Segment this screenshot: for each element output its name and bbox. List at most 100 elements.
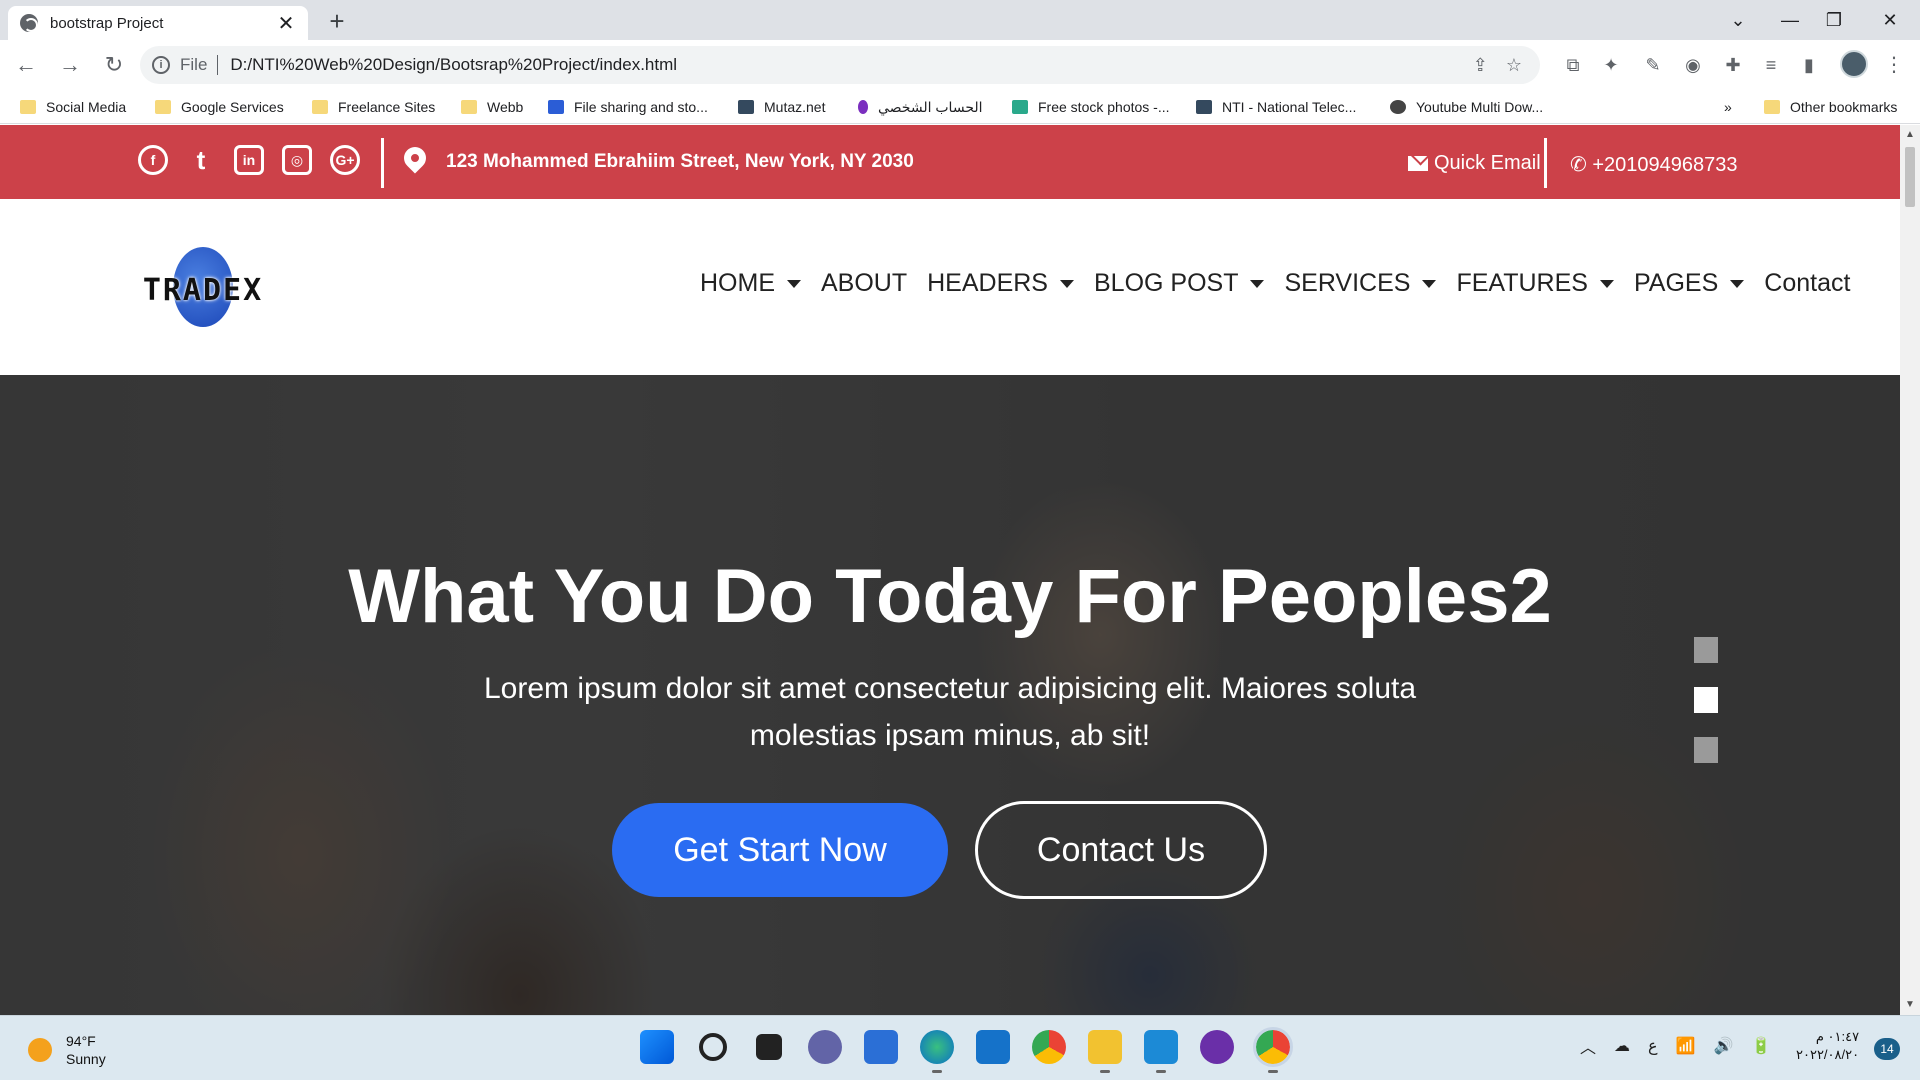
phone-link[interactable]: ✆ +201094968733 — [1570, 152, 1737, 177]
volume-icon[interactable]: 🔊 — [1713, 1036, 1733, 1056]
carousel-indicator[interactable] — [1694, 737, 1718, 763]
url-separator — [217, 55, 219, 75]
carousel-indicators — [1694, 637, 1718, 763]
nav-item-about[interactable]: ABOUT — [821, 269, 907, 298]
extension-icon[interactable]: ✦ — [1600, 54, 1622, 76]
bookmark-star-icon[interactable]: ☆ — [1506, 55, 1522, 76]
nav-item-contact[interactable]: Contact — [1764, 269, 1850, 298]
folder-icon — [461, 100, 477, 114]
scroll-up-icon[interactable]: ▲ — [1905, 129, 1915, 140]
tab-title: bootstrap Project — [50, 14, 164, 32]
bookmark-nti[interactable]: NTI - National Telec... — [1196, 96, 1356, 118]
nav-item-services[interactable]: SERVICES — [1284, 269, 1437, 298]
weather-widget[interactable]: 94°F Sunny — [28, 1032, 106, 1068]
tab-strip: bootstrap Project ✕ + ⌄ — ❐ ✕ — [0, 0, 1920, 40]
address-bar[interactable]: i File D:/NTI%20Web%20Design/Bootsrap%20… — [140, 46, 1540, 84]
menu-kebab-icon[interactable]: ⋮ — [1884, 52, 1904, 77]
folder-icon — [1764, 100, 1780, 114]
nav-item-features[interactable]: FEATURES — [1456, 269, 1614, 298]
wifi-icon[interactable]: 📶 — [1676, 1036, 1696, 1056]
info-icon[interactable]: i — [152, 56, 170, 74]
reload-button[interactable]: ↻ — [96, 47, 132, 83]
bookmark-social-media[interactable]: Social Media — [20, 96, 126, 118]
file-explorer-icon[interactable] — [1088, 1030, 1122, 1073]
scroll-down-icon[interactable]: ▼ — [1905, 999, 1915, 1010]
bookmark-google-services[interactable]: Google Services — [155, 96, 284, 118]
hero-carousel: What You Do Today For Peoples2 Lorem ips… — [0, 375, 1900, 1015]
carousel-indicator-active[interactable] — [1694, 687, 1718, 713]
globe-icon — [20, 14, 38, 32]
vscode-icon[interactable] — [1144, 1030, 1178, 1073]
social-links: f t in ◎ G+ — [138, 145, 360, 175]
extensions-puzzle-icon[interactable]: ✚ — [1722, 54, 1744, 76]
bookmark-stock-photos[interactable]: Free stock photos -... — [1012, 96, 1170, 118]
reading-list-icon[interactable]: ≡ — [1760, 54, 1782, 76]
caret-down-icon — [1730, 279, 1745, 288]
contact-us-button[interactable]: Contact Us — [975, 801, 1267, 899]
nav-item-pages[interactable]: PAGES — [1634, 269, 1745, 298]
chrome-icon[interactable] — [1032, 1030, 1066, 1064]
minimize-button[interactable]: — — [1766, 0, 1814, 40]
carousel-indicator[interactable] — [1694, 637, 1718, 663]
notification-badge[interactable]: 14 — [1874, 1038, 1900, 1060]
translate-extension-icon[interactable]: ⧉ — [1562, 54, 1584, 76]
nav-item-home[interactable]: HOME — [700, 269, 801, 298]
side-panel-icon[interactable]: ▮ — [1798, 54, 1820, 76]
browser-tab[interactable]: bootstrap Project ✕ — [8, 6, 308, 40]
scrollbar-thumb[interactable] — [1905, 147, 1915, 207]
windows-start-icon[interactable] — [640, 1030, 674, 1064]
search-icon[interactable] — [699, 1033, 727, 1061]
share-icon[interactable]: ⇪ — [1473, 55, 1488, 76]
quick-email-link[interactable]: Quick Email — [1408, 152, 1541, 175]
stock-photo-icon — [1012, 100, 1028, 114]
bookmark-mutaz[interactable]: Mutaz.net — [738, 96, 825, 118]
picker-extension-icon[interactable]: ✎ — [1642, 54, 1664, 76]
linkedin-icon[interactable]: in — [234, 145, 264, 175]
forward-button[interactable]: → — [52, 47, 88, 83]
bookmark-webb[interactable]: Webb — [461, 96, 523, 118]
tradex-logo[interactable]: TRADEX — [128, 247, 278, 327]
bookmark-account[interactable]: الحساب الشخصي — [858, 96, 983, 118]
onedrive-icon[interactable]: ☁ — [1614, 1036, 1630, 1056]
battery-icon[interactable]: 🔋 — [1751, 1036, 1771, 1056]
other-bookmarks[interactable]: Other bookmarks — [1764, 96, 1897, 118]
close-tab-icon[interactable]: ✕ — [276, 11, 296, 36]
new-tab-button[interactable]: + — [322, 6, 352, 36]
twitter-icon[interactable]: t — [186, 145, 216, 175]
page-scrollbar[interactable]: ▲ ▼ — [1900, 125, 1920, 1015]
teams-icon[interactable] — [808, 1030, 842, 1064]
task-view-icon[interactable] — [756, 1034, 782, 1060]
chevron-up-icon[interactable]: ︿ — [1580, 1034, 1596, 1058]
url-text[interactable]: D:/NTI%20Web%20Design/Bootsrap%20Project… — [230, 55, 677, 75]
extension-red-icon[interactable]: ◉ — [1682, 54, 1704, 76]
mail-icon[interactable] — [976, 1030, 1010, 1064]
close-window-button[interactable]: ✕ — [1866, 0, 1914, 40]
bookmark-file-sharing[interactable]: File sharing and sto... — [548, 96, 708, 118]
bookmarks-overflow-button[interactable]: » — [1724, 96, 1732, 118]
globe-icon — [1390, 100, 1406, 114]
store-icon[interactable] — [864, 1030, 898, 1064]
bookmark-freelance-sites[interactable]: Freelance Sites — [312, 96, 435, 118]
maximize-button[interactable]: ❐ — [1810, 0, 1858, 40]
github-icon[interactable] — [1200, 1030, 1234, 1064]
back-button[interactable]: ← — [8, 47, 44, 83]
system-clock[interactable]: ٠١:٤٧ م ٢٠٢٢/٠٨/٢٠ — [1796, 1028, 1859, 1064]
nav-item-headers[interactable]: HEADERS — [927, 269, 1074, 298]
edge-icon[interactable] — [920, 1030, 954, 1073]
envelope-icon — [1408, 156, 1428, 171]
sun-icon — [28, 1038, 52, 1062]
get-start-now-button[interactable]: Get Start Now — [612, 803, 948, 897]
language-indicator[interactable]: ع — [1648, 1036, 1658, 1056]
instagram-icon[interactable]: ◎ — [282, 145, 312, 175]
bookmarks-bar: Social Media Google Services Freelance S… — [0, 90, 1920, 124]
bookmark-youtube-downloader[interactable]: Youtube Multi Dow... — [1390, 96, 1543, 118]
tab-search-button[interactable]: ⌄ — [1714, 0, 1762, 40]
location-pin-icon — [399, 142, 431, 174]
chrome-profile-icon[interactable] — [1253, 1027, 1293, 1073]
facebook-icon[interactable]: f — [138, 145, 168, 175]
nav-item-blog-post[interactable]: BLOG POST — [1094, 269, 1265, 298]
folder-icon — [312, 100, 328, 114]
google-plus-icon[interactable]: G+ — [330, 145, 360, 175]
phone-icon: ✆ — [1570, 154, 1587, 176]
profile-avatar[interactable] — [1840, 50, 1868, 78]
